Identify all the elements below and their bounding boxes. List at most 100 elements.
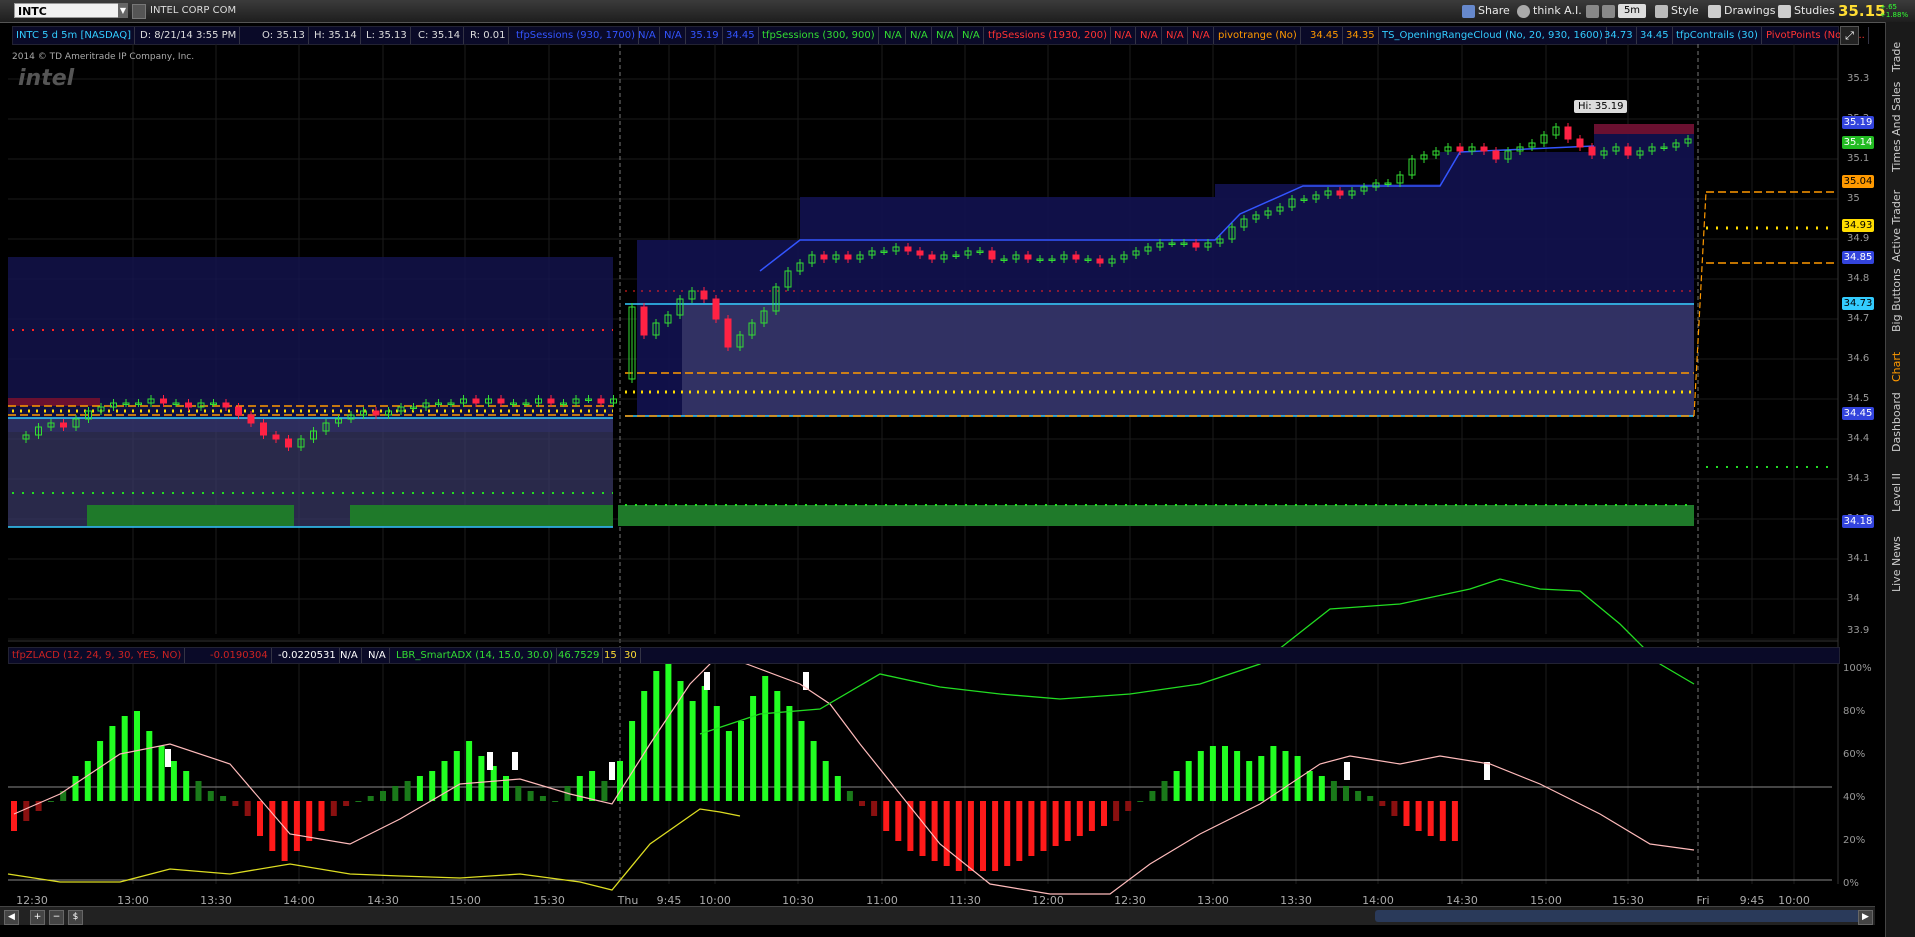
crosshair-icon	[1586, 4, 1599, 18]
histogram-bar	[1173, 771, 1180, 801]
histogram-bar	[967, 801, 974, 871]
sidebar-tab[interactable]: Trade	[1890, 32, 1903, 72]
wrench-tool-button[interactable]	[1602, 2, 1618, 20]
candle-body	[285, 438, 292, 448]
style-button[interactable]: Style	[1655, 2, 1699, 20]
zoom-out-button[interactable]: −	[49, 910, 64, 925]
expand-chart-icon[interactable]: ⤢	[1840, 26, 1859, 45]
histogram-bar	[1222, 746, 1228, 801]
zoom-in-button[interactable]: +	[30, 910, 45, 925]
contrail-box	[1594, 124, 1694, 134]
study-legend-item[interactable]: 34.45	[723, 27, 759, 44]
study-legend-item[interactable]: pivotrange (No)	[1215, 27, 1301, 44]
study-legend-item[interactable]: N/A	[635, 27, 660, 44]
sidebar-tab[interactable]: Level II	[1890, 462, 1903, 512]
lower-legend-item[interactable]: 46.7529	[555, 648, 604, 663]
histogram-bar	[834, 776, 841, 801]
lower-legend-item[interactable]: -0.0190304	[207, 648, 272, 663]
study-legend-item[interactable]: 35.19	[687, 27, 723, 44]
dollar-button[interactable]: $	[68, 910, 83, 925]
scroll-thumb[interactable]	[1375, 910, 1865, 922]
candle-body	[904, 246, 912, 252]
adx-secondary-line	[7, 808, 741, 891]
price-chart[interactable]	[0, 44, 1885, 906]
sidebar-tab[interactable]: Big Buttons	[1890, 268, 1903, 332]
lower-legend-item[interactable]: N/A	[337, 648, 362, 663]
histogram-bar	[72, 776, 79, 801]
candle-body	[1576, 138, 1584, 148]
study-legend-item[interactable]: 34.45	[1637, 27, 1673, 44]
study-legend-item[interactable]: R: 0.01	[467, 27, 510, 44]
study-legend-item[interactable]: D: 8/21/14 3:55 PM	[137, 27, 241, 44]
sidebar-tab[interactable]: Active Trader	[1890, 182, 1903, 262]
lower-legend-item[interactable]: LBR_SmartADX (14, 15.0, 30.0)	[393, 648, 557, 663]
think-ai-button[interactable]: think A.I.	[1517, 2, 1582, 20]
study-legend-item[interactable]: 34.35	[1343, 27, 1379, 44]
lower-legend-item[interactable]: tfpZLACD (12, 24, 9, 30, YES, NO)	[9, 648, 186, 663]
sidebar-tab[interactable]: Times And Sales	[1890, 82, 1903, 172]
change-percent: +1.88%	[1880, 11, 1909, 19]
study-legend-item[interactable]: 34.73	[1601, 27, 1637, 44]
study-legend-item[interactable]: O: 35.13	[259, 27, 309, 44]
study-legend-item[interactable]: L: 35.13	[363, 27, 411, 44]
study-legend-item[interactable]: TS_OpeningRangeCloud (No, 20, 930, 1600)	[1379, 27, 1607, 44]
histogram-bar	[1403, 801, 1410, 826]
symbol-input[interactable]: INTC	[14, 3, 126, 18]
histogram-bar	[1343, 786, 1349, 801]
study-legend-item[interactable]: C: 35.14	[415, 27, 465, 44]
share-icon	[1462, 4, 1475, 18]
timeframe-button[interactable]: 5m	[1618, 4, 1646, 18]
histogram-bar	[392, 786, 399, 801]
sidebar-tab[interactable]: Dashboard	[1890, 392, 1903, 452]
crosshair-tool-button[interactable]	[1586, 2, 1602, 20]
histogram-bar	[1391, 801, 1398, 816]
histogram-bar	[1052, 801, 1059, 846]
candle-body	[712, 298, 720, 320]
price-tag: 34.18	[1842, 515, 1874, 528]
study-legend-item[interactable]: N/A	[1111, 27, 1136, 44]
price-tick-label: 34.9	[1847, 233, 1870, 244]
drawings-button[interactable]: Drawings	[1708, 2, 1775, 20]
share-button[interactable]: Share	[1462, 2, 1510, 20]
scroll-right-icon[interactable]: ▶	[1858, 910, 1873, 925]
price-tag: 35.19	[1842, 116, 1874, 129]
histogram-bar	[220, 796, 227, 801]
study-legend-item[interactable]: N/A	[1163, 27, 1188, 44]
study-legend-item[interactable]: tfpContrails (30)	[1673, 27, 1762, 44]
study-legend-item[interactable]: N/A	[1189, 27, 1214, 44]
study-legend-item[interactable]: 34.45	[1307, 27, 1343, 44]
studies-button[interactable]: Studies	[1778, 2, 1835, 20]
histogram-bar	[895, 801, 902, 841]
scroll-left-icon[interactable]: ◀	[4, 910, 19, 925]
lower-legend-item[interactable]: N/A	[365, 648, 390, 663]
candle-body	[497, 398, 505, 404]
price-tick-label: 34.5	[1847, 393, 1870, 404]
histogram-bar	[1451, 801, 1458, 841]
study-legend-item[interactable]: N/A	[661, 27, 686, 44]
symbol-lookup-icon[interactable]	[132, 4, 146, 19]
study-legend-bar: INTC 5 d 5m [NASDAQ] D: 8/21/14 3:55 PM O:…	[12, 26, 1869, 45]
histogram-bar	[380, 791, 386, 801]
study-legend-item[interactable]: N/A	[933, 27, 958, 44]
lower-legend-item[interactable]: -0.0220531	[275, 648, 340, 663]
lower-legend-item[interactable]: 30	[621, 648, 641, 663]
study-legend-item[interactable]: INTC 5 d 5m [NASDAQ]	[13, 27, 135, 44]
study-legend-item[interactable]: N/A	[881, 27, 906, 44]
study-legend-item[interactable]: tfpSessions (1930, 200)	[985, 27, 1112, 44]
price-tick-label: 34.4	[1847, 433, 1870, 444]
histogram-bar	[919, 801, 926, 856]
oscillator-tick-label: 0%	[1843, 878, 1859, 889]
oscillator-tick-label: 20%	[1843, 835, 1866, 846]
study-legend-item[interactable]: N/A	[907, 27, 932, 44]
sidebar-tab[interactable]: Chart	[1890, 342, 1903, 382]
price-change: +.65 +1.88%	[1880, 3, 1908, 19]
symbol-dropdown-icon[interactable]: ▼	[118, 3, 128, 18]
lower-legend-item[interactable]: 15	[601, 648, 621, 663]
study-legend-item[interactable]: tfpSessions (930, 1700)	[513, 27, 640, 44]
sidebar-tab[interactable]: Live News	[1890, 522, 1903, 592]
study-legend-item[interactable]: N/A	[959, 27, 984, 44]
study-legend-item[interactable]: H: 35.14	[311, 27, 361, 44]
price-tag: 34.45	[1842, 407, 1874, 420]
study-legend-item[interactable]: N/A	[1137, 27, 1162, 44]
study-legend-item[interactable]: tfpSessions (300, 900)	[759, 27, 879, 44]
